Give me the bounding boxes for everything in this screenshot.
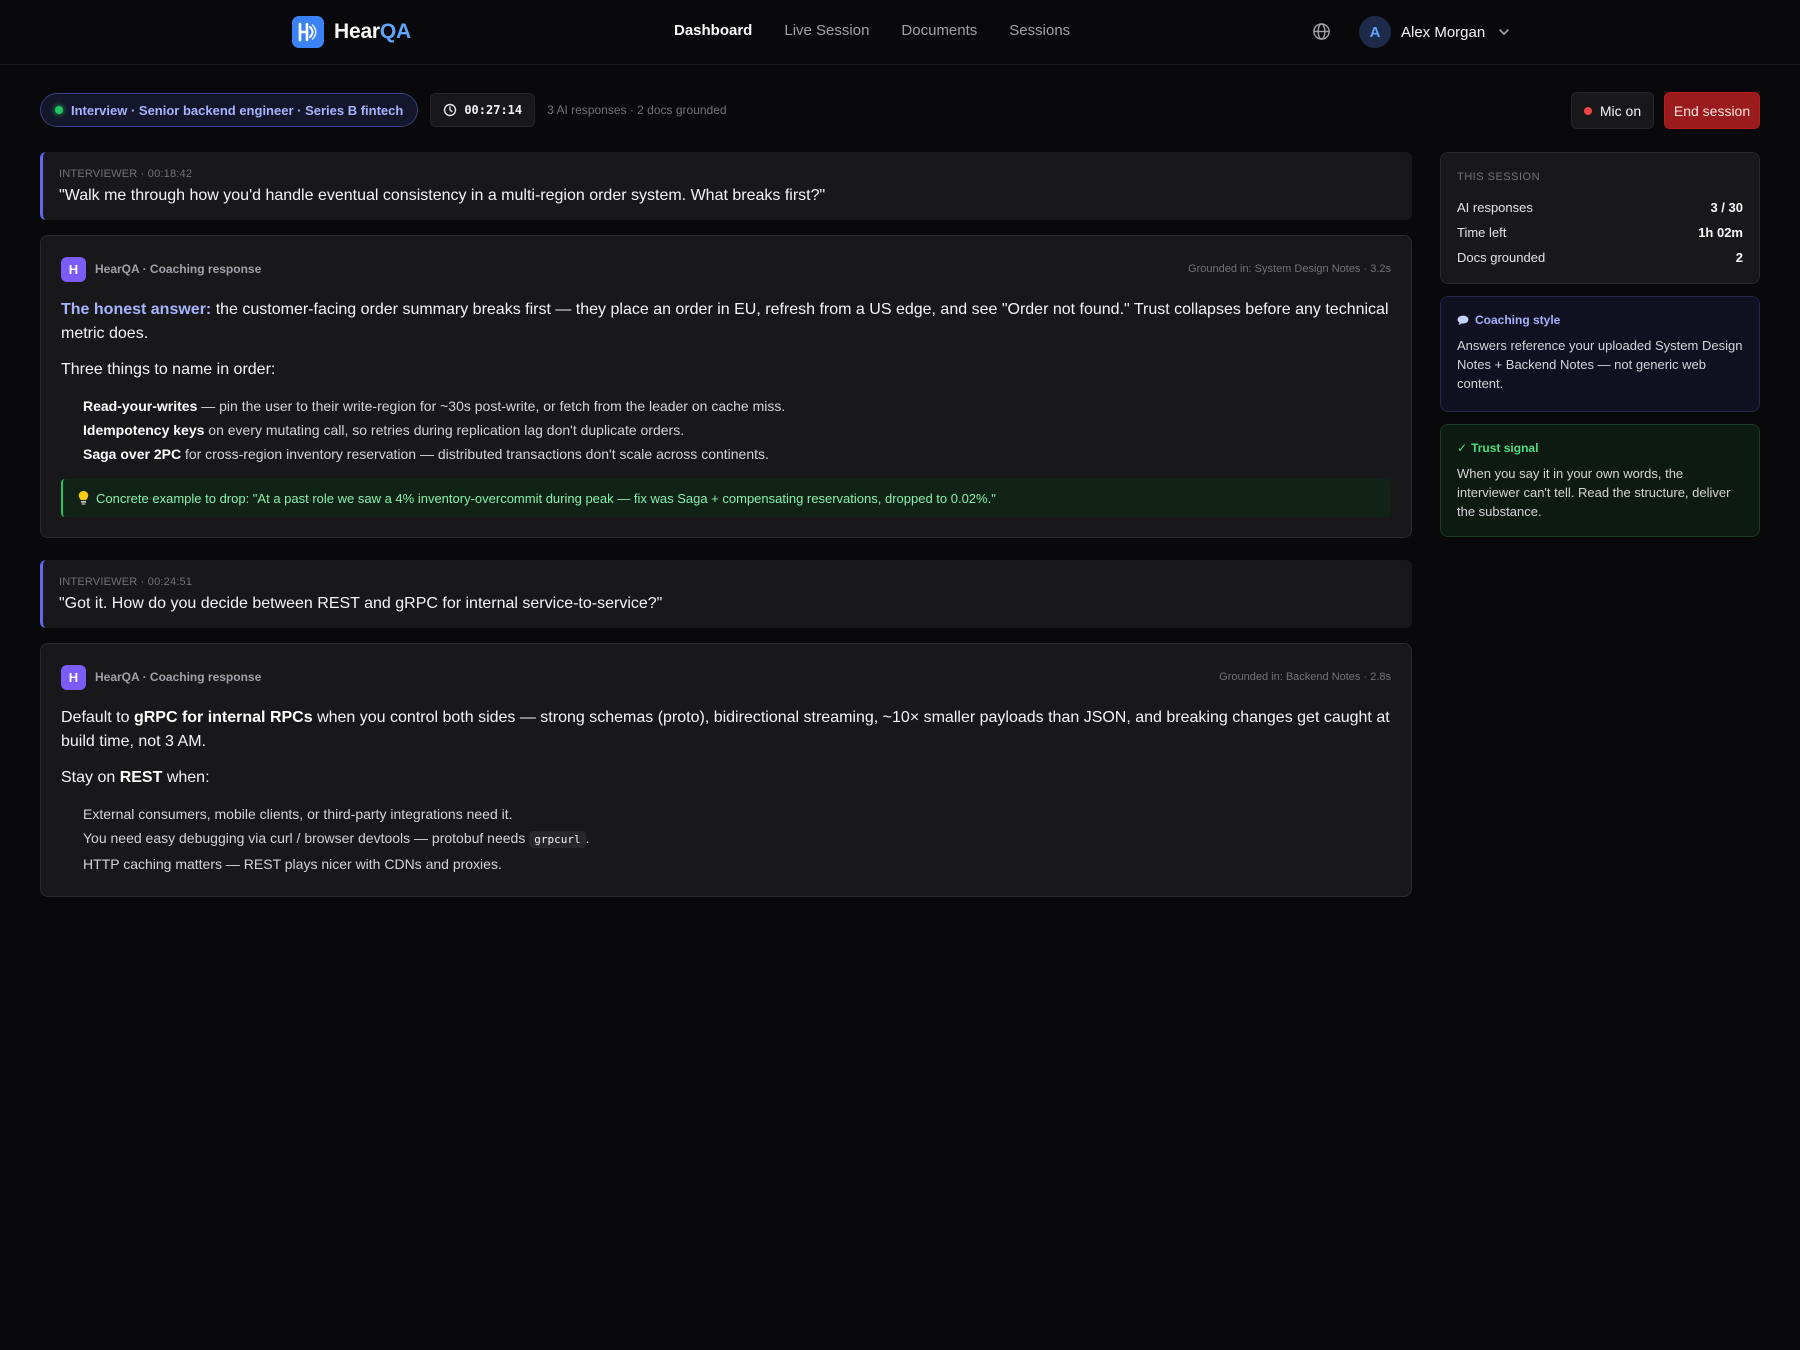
nav-documents[interactable]: Documents [901, 22, 977, 39]
example-tip: Concrete example to drop: "At a past rol… [61, 479, 1391, 517]
response-list: Read-your-writes — pin the user to their… [61, 394, 1391, 466]
chevron-down-icon [1499, 29, 1510, 36]
question-meta: INTERVIEWER · 00:24:51 [59, 576, 193, 588]
session-label: Interview · Senior backend engineer · Se… [71, 102, 404, 118]
list-item: Read-your-writes — pin the user to their… [83, 398, 786, 414]
coaching-response: H HearQA · Coaching response Grounded in… [40, 643, 1412, 897]
avatar: A [1359, 16, 1391, 48]
interviewer-question: INTERVIEWER · 00:18:42 "Walk me through … [40, 152, 1412, 220]
conversation-feed: INTERVIEWER · 00:18:42 "Walk me through … [40, 152, 1412, 919]
session-timer: 00:27:14 [430, 93, 536, 127]
trust-signal-title: ✓ Trust signal [1457, 441, 1539, 455]
nav-live-session[interactable]: Live Session [784, 22, 869, 39]
response-list: External consumers, mobile clients, or t… [61, 802, 1391, 876]
timer-value: 00:27:14 [464, 103, 523, 117]
mic-recording-icon [1583, 106, 1592, 115]
trust-signal-card: ✓ Trust signal When you say it in your o… [1440, 424, 1760, 537]
hearqa-badge-icon: H [61, 664, 86, 690]
end-session-button[interactable]: End session [1664, 92, 1760, 129]
list-item: HTTP caching matters — REST plays nicer … [83, 856, 502, 872]
mic-label: Mic on [1599, 102, 1642, 119]
user-menu[interactable]: A Alex Morgan [1359, 16, 1511, 48]
list-item: You need easy debugging via curl / brows… [83, 830, 590, 848]
brand[interactable]: HearQA [292, 16, 411, 48]
question-text: "Walk me through how you'd handle eventu… [59, 187, 826, 204]
top-nav: HearQA Dashboard Live Session Documents … [0, 0, 1800, 65]
response-header: H HearQA · Coaching response Grounded in… [61, 256, 1391, 282]
response-label: HearQA · Coaching response [95, 670, 262, 684]
grounded-source: Grounded in: System Design Notes · 3.2s [1188, 263, 1391, 275]
session-pill: Interview · Senior backend engineer · Se… [40, 93, 419, 127]
grounded-source: Grounded in: Backend Notes · 2.8s [1219, 671, 1391, 683]
main-nav: Dashboard Live Session Documents Session… [674, 22, 1070, 39]
coaching-response: H HearQA · Coaching response Grounded in… [40, 235, 1412, 538]
user-name: Alex Morgan [1401, 23, 1486, 41]
globe-icon[interactable] [1312, 22, 1331, 41]
check-icon: ✓ [1457, 441, 1468, 455]
stat-time-left: Time left 1h 02m [1457, 225, 1743, 240]
stat-ai-responses: AI responses 3 / 30 [1457, 200, 1743, 215]
session-meta: 3 AI responses · 2 docs grounded [547, 103, 727, 117]
nav-sessions[interactable]: Sessions [1009, 22, 1070, 39]
live-indicator-icon [55, 106, 63, 114]
session-status-bar: Interview · Senior backend engineer · Se… [40, 93, 727, 127]
response-paragraph: Default to gRPC for internal RPCs when y… [61, 709, 1390, 750]
coaching-style-title: Coaching style [1457, 313, 1743, 327]
clock-icon [444, 103, 457, 117]
logo-icon [292, 16, 324, 48]
response-paragraph: The honest answer: the customer-facing o… [61, 301, 1389, 342]
list-item: Saga over 2PC for cross-region inventory… [83, 446, 769, 462]
trust-signal-body: When you say it in your own words, the i… [1457, 466, 1731, 519]
mic-toggle-button[interactable]: Mic on [1571, 92, 1654, 129]
coaching-style-card: Coaching style Answers reference your up… [1440, 296, 1760, 412]
response-label: HearQA · Coaching response [95, 262, 262, 276]
nav-dashboard[interactable]: Dashboard [674, 22, 752, 39]
coaching-style-body: Answers reference your uploaded System D… [1457, 338, 1743, 391]
response-paragraph: Stay on REST when: [61, 769, 210, 786]
speech-bubble-icon [1457, 315, 1469, 325]
list-item: Idempotency keys on every mutating call,… [83, 422, 685, 438]
session-stats-card: THIS SESSION AI responses 3 / 30 Time lef… [1440, 152, 1760, 284]
response-header: H HearQA · Coaching response Grounded in… [61, 664, 1391, 690]
list-item: External consumers, mobile clients, or t… [83, 806, 513, 822]
question-text: "Got it. How do you decide between REST … [59, 595, 663, 612]
question-meta: INTERVIEWER · 00:18:42 [59, 168, 193, 180]
stats-title: THIS SESSION [1457, 171, 1541, 183]
code-snippet: grpcurl [529, 831, 586, 848]
stat-docs-grounded: Docs grounded 2 [1457, 250, 1743, 265]
tip-text: Concrete example to drop: "At a past rol… [96, 490, 996, 506]
hearqa-badge-icon: H [61, 256, 86, 282]
lightbulb-icon [78, 491, 89, 505]
brand-name: HearQA [334, 20, 412, 43]
response-paragraph: Three things to name in order: [61, 361, 276, 378]
interviewer-question: INTERVIEWER · 00:24:51 "Got it. How do y… [40, 560, 1412, 628]
